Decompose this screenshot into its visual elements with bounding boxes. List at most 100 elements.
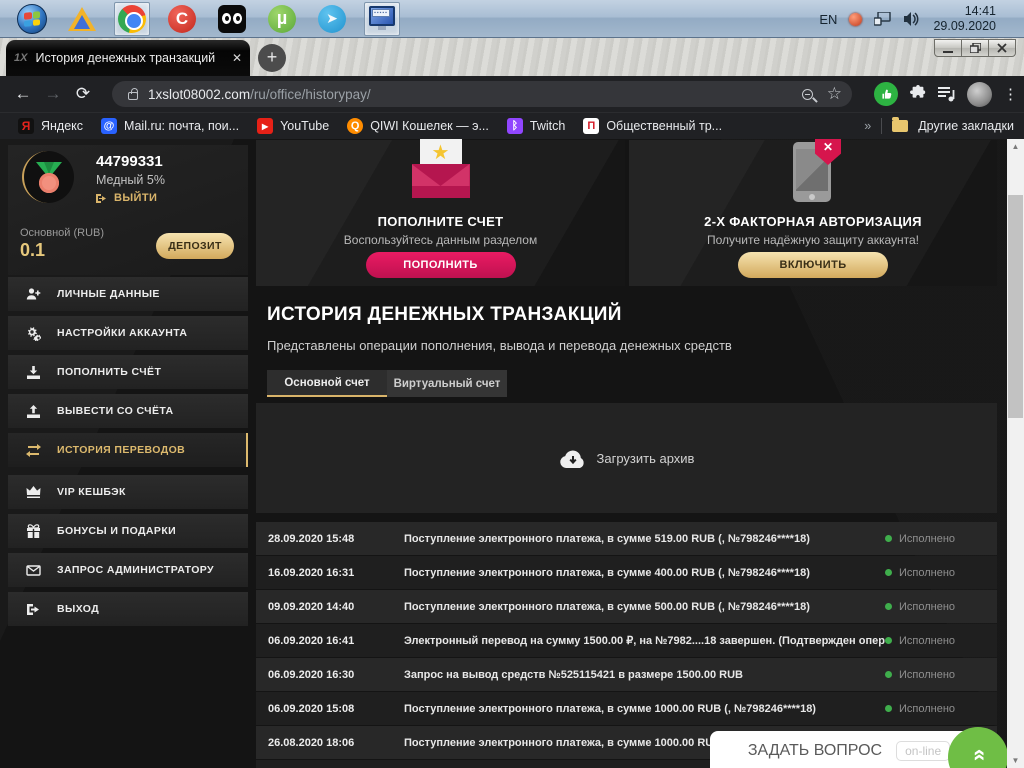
phone-shield-icon: ✕ (793, 139, 841, 204)
sidebar-item-withdraw[interactable]: ВЫВЕСТИ СО СЧЁТА (8, 394, 248, 428)
banner-subtitle: Получите надёжную защиту аккаунта! (706, 233, 919, 247)
page-title: ИСТОРИЯ ДЕНЕЖНЫХ ТРАНЗАКЦИЙ (267, 304, 622, 325)
triangle-app-icon (68, 6, 96, 31)
browser-tab-strip: 1X История денежных транзакций ✕ + (0, 38, 1024, 76)
taskbar-triangle-app[interactable] (64, 2, 100, 36)
exit-icon (27, 603, 39, 615)
status-dot (885, 637, 892, 644)
reload-icon[interactable]: ⟳ (68, 84, 98, 104)
taskbar-chrome[interactable] (114, 1, 150, 36)
sidebar-item-exit[interactable]: ВЫХОД (8, 592, 248, 626)
bookmark-youtube[interactable]: ▶ YouTube (257, 118, 329, 134)
sidebar-item-transfer-history[interactable]: ИСТОРИЯ ПЕРЕВОДОВ (8, 433, 248, 467)
system-tray: EN 14:41 29.09.2020 (819, 0, 996, 38)
logout-link[interactable]: ВЫЙТИ (96, 192, 157, 204)
enable-2fa-button[interactable]: ВКЛЮЧИТЬ (738, 252, 888, 278)
tx-date: 26.08.2020 18:06 (268, 736, 355, 749)
table-row[interactable]: 06.09.2020 16:41 Электронный перевод на … (256, 624, 997, 657)
profile-avatar[interactable] (967, 81, 992, 107)
sidebar-item-admin-request[interactable]: ЗАПРОС АДМИНИСТРАТОРУ (8, 553, 248, 587)
chat-widget[interactable]: ЗАДАТЬ ВОПРОС on-line (710, 731, 988, 768)
bookmark-twitch[interactable]: ᛒ Twitch (506, 118, 565, 134)
bookmarks-overflow-icon[interactable]: » (864, 119, 871, 133)
bookmark-public-transport[interactable]: П Общественный тр... (583, 118, 722, 134)
user-avatar[interactable] (22, 151, 74, 203)
extensions-puzzle-icon[interactable] (909, 85, 927, 103)
table-row[interactable]: 28.09.2020 15:48 Поступление электронног… (256, 522, 997, 555)
tx-status: Исполнено (899, 668, 956, 681)
scroll-up-arrow[interactable]: ▲ (1007, 139, 1024, 154)
twitch-icon: ᛒ (506, 118, 523, 134)
taskbar-telegram[interactable]: ➤ (314, 2, 350, 36)
cloud-download-icon[interactable] (559, 447, 587, 469)
taskbar-messenger[interactable] (214, 2, 250, 36)
page-scrollbar[interactable]: ▲ ▼ (1007, 139, 1024, 768)
user-id: 44799331 (96, 153, 163, 170)
tray-app-icon[interactable] (849, 12, 863, 26)
browser-tab[interactable]: 1X История денежных транзакций ✕ (6, 40, 250, 76)
scrollbar-thumb[interactable] (1008, 195, 1023, 418)
sidebar-item-vip-cashback[interactable]: VIP КЕШБЭК (8, 475, 248, 509)
tx-status: Исполнено (899, 566, 956, 579)
taskbar-remote-desktop[interactable]: ▪▪▪▪▪ (364, 1, 400, 36)
scroll-down-arrow[interactable]: ▼ (1007, 753, 1024, 768)
address-bar[interactable]: 1xslot08002.com/ru/office/historypay/ ☆ (112, 81, 852, 107)
taskbar-utorrent[interactable]: µ (264, 2, 300, 36)
sidebar-item-account-settings[interactable]: НАСТРОЙКИ АККАУНТА (8, 316, 248, 350)
online-badge: on-line (896, 741, 951, 761)
playlist-extension-icon[interactable] (938, 86, 956, 102)
close-button[interactable] (988, 39, 1016, 57)
browser-menu-icon[interactable]: ⋮ (1003, 85, 1018, 103)
banner-subtitle: Воспользуйтесь данным разделом (343, 233, 538, 247)
bookmark-qiwi[interactable]: Q QIWI Кошелек — э... (347, 118, 489, 134)
network-icon[interactable] (874, 12, 892, 26)
bookmarks-bar: Я Яндекс @ Mail.ru: почта, пои... ▶ YouTube… (0, 112, 1024, 139)
tx-date: 06.09.2020 16:41 (268, 634, 355, 647)
banner-title: ПОПОЛНИТЕ СЧЕТ (377, 214, 504, 229)
sidebar-item-personal-data[interactable]: ЛИЧНЫЕ ДАННЫЕ (8, 277, 248, 311)
table-row[interactable]: 06.09.2020 16:30 Запрос на вывод средств… (256, 658, 997, 691)
other-bookmarks-button[interactable]: Другие закладки (918, 119, 1014, 133)
restore-button[interactable] (961, 39, 989, 57)
top-up-button[interactable]: ПОПОЛНИТЬ (365, 252, 516, 278)
window-controls (934, 39, 1016, 57)
bookmark-yandex[interactable]: Я Яндекс (18, 118, 83, 134)
bookmark-star-icon[interactable]: ☆ (827, 84, 842, 104)
youtube-icon: ▶ (257, 118, 274, 134)
tab-virtual-account[interactable]: Виртуальный счет (387, 370, 507, 397)
adguard-extension-icon[interactable] (874, 82, 898, 106)
table-row[interactable]: 16.09.2020 16:31 Поступление электронног… (256, 556, 997, 589)
table-row[interactable]: 09.09.2020 14:40 Поступление электронног… (256, 590, 997, 623)
new-tab-button[interactable]: + (258, 44, 286, 72)
tab-main-account[interactable]: Основной счет (267, 370, 387, 397)
sidebar-item-top-up[interactable]: ПОПОЛНИТЬ СЧЁТ (8, 355, 248, 389)
volume-icon[interactable] (904, 12, 921, 26)
deposit-button[interactable]: ДЕПОЗИТ (156, 233, 234, 259)
table-row[interactable]: 06.09.2020 15:08 Поступление электронног… (256, 692, 997, 725)
language-indicator[interactable]: EN (819, 12, 837, 27)
zoom-out-icon[interactable] (801, 88, 813, 100)
red-site-icon: П (583, 118, 600, 134)
taskbar-clock[interactable]: 14:41 29.09.2020 (933, 4, 996, 34)
taskbar-ccleaner[interactable]: C (164, 2, 200, 36)
start-button[interactable] (14, 2, 50, 36)
windows-taskbar: C µ ➤ ▪▪▪▪▪ EN 14:41 29.09.2020 (0, 0, 1024, 38)
tx-description: Запрос на вывод средств №525115421 в раз… (404, 668, 743, 681)
chrome-icon (118, 4, 146, 33)
archive-panel: Загрузить архив (256, 403, 997, 513)
gift-icon (27, 523, 40, 538)
envelope-icon (26, 564, 41, 576)
bookmark-mailru[interactable]: @ Mail.ru: почта, пои... (101, 118, 239, 134)
tab-close-icon[interactable]: ✕ (232, 51, 242, 65)
archive-download-link[interactable]: Загрузить архив (597, 451, 695, 466)
sidebar-item-bonuses[interactable]: БОНУСЫ И ПОДАРКИ (8, 514, 248, 548)
back-icon[interactable]: ← (8, 84, 38, 104)
status-dot (885, 705, 892, 712)
minimize-button[interactable] (934, 39, 962, 57)
forward-icon[interactable]: → (38, 84, 68, 104)
banner-title: 2-Х ФАКТОРНАЯ АВТОРИЗАЦИЯ (704, 214, 922, 229)
eyes-app-icon (218, 4, 246, 33)
utorrent-icon: µ (268, 4, 296, 33)
ccleaner-icon: C (168, 4, 196, 33)
user-level: Медный 5% (96, 173, 165, 187)
